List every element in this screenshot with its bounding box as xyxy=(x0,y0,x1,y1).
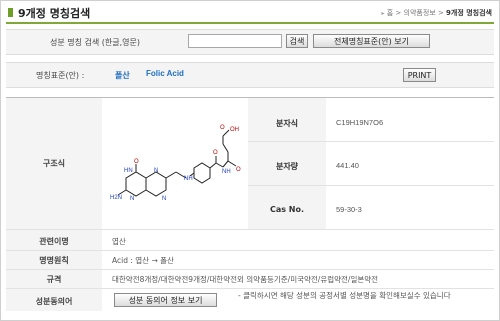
breadcrumb-separator-icon: > xyxy=(437,9,447,17)
breadcrumb-section[interactable]: 의약품정보 xyxy=(404,9,436,17)
molecular-weight-value: 441.40 xyxy=(336,161,359,170)
standard-name-english: Folic Acid xyxy=(146,69,184,78)
view-all-standards-button[interactable]: 전체명칭표준(안) 보기 xyxy=(313,34,430,48)
svg-text:O: O xyxy=(134,159,139,165)
svg-text:OH: OH xyxy=(230,127,239,133)
naming-rule-label: 명명원칙 xyxy=(39,256,69,265)
svg-text:O: O xyxy=(220,125,225,131)
molecular-formula-value: C19H19N7O6 xyxy=(336,118,384,127)
breadcrumb-home[interactable]: 홈 xyxy=(387,9,393,17)
naming-rule-value: Acid : 엽산 → 폴산 xyxy=(112,256,174,265)
home-icon: ▸ xyxy=(381,10,385,17)
molecular-formula-label: 분자식 xyxy=(275,119,299,128)
svg-text:O: O xyxy=(236,167,241,173)
breadcrumb-current: 9개정 명칭검색 xyxy=(446,9,492,17)
row-divider xyxy=(248,141,494,142)
cas-number-label: Cas No. xyxy=(269,205,305,214)
view-synonym-info-button[interactable]: 성분 동의어 정보 보기 xyxy=(114,293,217,307)
structure-image: O O O OH O HN H2N N N N NH NH xyxy=(106,100,242,228)
folic-acid-structure-icon: O O O OH O HN H2N N N N NH NH xyxy=(110,125,241,202)
structure-label: 구조식 xyxy=(42,159,66,168)
page-title: 9개정 명칭검색 xyxy=(18,7,91,20)
row-divider xyxy=(248,185,494,186)
standard-name-korean: 폴산 xyxy=(115,71,130,80)
synonym-label: 성분동의어 xyxy=(35,297,73,306)
ingredient-info-table: 구조식 O O O OH O HN H2N N N N NH NH 분자식 C1… xyxy=(6,97,494,311)
svg-text:NH: NH xyxy=(184,176,193,182)
search-panel: 성분 명칭 검색 (한글,영문) 검색 전체명칭표준(안) 보기 xyxy=(6,29,494,55)
row-divider xyxy=(6,288,494,289)
row-divider xyxy=(6,229,494,230)
row-divider xyxy=(6,250,494,251)
svg-text:N: N xyxy=(154,168,158,174)
svg-text:H2N: H2N xyxy=(110,195,122,201)
search-button[interactable]: 검색 xyxy=(286,34,308,48)
synonym-note: - 클릭하시면 해당 성분의 공정서별 성분명을 확인해보실수 있습니다 xyxy=(238,291,451,300)
svg-text:NH: NH xyxy=(222,169,231,175)
breadcrumb: ▸ 홈 > 의약품정보 > 9개정 명칭검색 xyxy=(381,8,492,18)
specification-label: 규격 xyxy=(46,275,62,284)
svg-text:N: N xyxy=(130,196,134,202)
standard-name-label: 명칭표준(안) : xyxy=(36,71,85,80)
search-label: 성분 명칭 검색 (한글,영문) xyxy=(50,38,141,47)
print-button[interactable]: PRINT xyxy=(403,68,436,82)
molecular-weight-label: 분자량 xyxy=(275,162,299,171)
standard-name-panel: 명칭표준(안) : 폴산 Folic Acid PRINT xyxy=(6,62,494,88)
title-bullet-icon xyxy=(8,8,13,17)
specification-value: 대한약전8개정/대한약전9개정/대한약전외 의약품등기준/미국약전/유럽약전/일… xyxy=(112,275,379,284)
search-input[interactable] xyxy=(188,34,282,48)
breadcrumb-separator-icon: > xyxy=(395,9,404,17)
alias-label: 관련이명 xyxy=(39,237,69,246)
svg-text:HN: HN xyxy=(124,168,133,174)
cas-number-value: 59-30-3 xyxy=(336,205,362,214)
row-divider xyxy=(6,269,494,270)
alias-value: 엽산 xyxy=(112,237,126,246)
svg-text:O: O xyxy=(213,150,218,156)
svg-text:N: N xyxy=(162,196,166,202)
title-bar: 9개정 명칭검색 ▸ 홈 > 의약품정보 > 9개정 명칭검색 xyxy=(6,4,494,24)
